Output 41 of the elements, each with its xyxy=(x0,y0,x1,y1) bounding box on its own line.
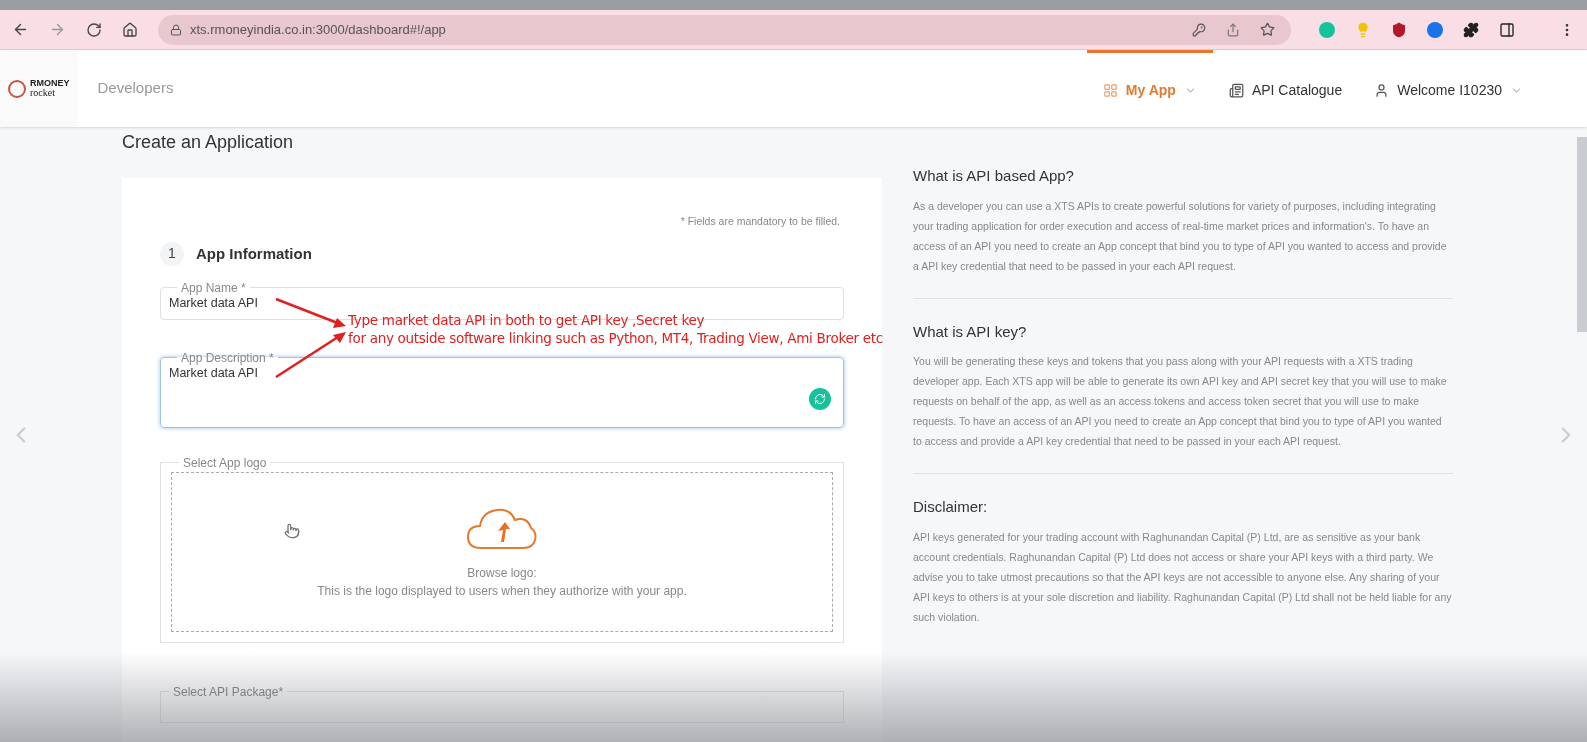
grid-icon xyxy=(1102,82,1118,98)
catalogue-icon xyxy=(1228,82,1244,98)
nav-tab[interactable]: API Catalogue xyxy=(1212,50,1359,127)
address-bar[interactable]: xts.rmoneyindia.co.in:3000/dashboard#!/app xyxy=(158,14,1291,45)
brand-tagline: rocket xyxy=(30,88,56,98)
step-title: App Information xyxy=(196,243,312,264)
puzzle-icon[interactable] xyxy=(1463,21,1479,38)
arrow xyxy=(275,297,346,328)
info-heading: What is API key? xyxy=(913,321,1028,342)
arrow xyxy=(275,332,346,379)
hand-cursor-icon xyxy=(284,522,300,539)
logo-drop-zone[interactable]: Browse logo: This is the logo displayed to users when they authorize with your app. xyxy=(171,471,833,632)
shield-icon[interactable] xyxy=(1391,21,1407,38)
info-heading: What is API based App? xyxy=(913,166,1075,186)
description-field[interactable]: App Description * Market data API xyxy=(160,351,844,428)
reload-icon[interactable] xyxy=(86,21,102,38)
info-heading: Disclaimer: xyxy=(913,497,989,517)
step-number: 1 xyxy=(160,241,184,266)
brand-logo[interactable]: RMONEY rocket xyxy=(0,50,78,127)
browse-logo-caption: This is the logo displayed to users when they authorize with your app. xyxy=(317,582,687,600)
section-title: Developers xyxy=(97,78,174,99)
brand-name: RMONEY xyxy=(30,79,70,88)
key-icon[interactable] xyxy=(1192,22,1206,37)
page-title: Create an Application xyxy=(122,131,295,154)
url-text: xts.rmoneyindia.co.in:3000/dashboard#!/app xyxy=(190,20,447,39)
nav-tab[interactable]: Welcome I10230 xyxy=(1358,50,1539,127)
annotation-text: for any outside software linking such as Python, MT4, Trading View, Ami Broker etc xyxy=(348,329,883,347)
info-paragraph: As a developer you can use a XTS APIs to create powerful solutions for variety of purposes, including integrating your trading application for order execution and access of real-time market prices and information's. To have an access of an API you need to create an App concept that bind you to type of API you wanted to access and provide a API key credential that need to be passed in your each API request. xyxy=(913,198,1448,274)
info-paragraph: API keys generated for your trading account with Raghunandan Capital (P) Ltd, are as sensitive as your bank account credentials. Raghunandan Capital (P) Ltd does not access or share your API keys with a third party. We advise you to take utmost precautions so that the API keys are not accessible to anyone else. Any sharing of your API keys to others is at your sole discretion and liability. Raghunandan Capital (P) Ltd shall not be held liable for any such violation. xyxy=(913,529,1453,625)
user-icon xyxy=(1374,82,1390,98)
grammar-check-icon[interactable] xyxy=(809,387,831,410)
share-icon[interactable] xyxy=(1226,22,1240,37)
lock-icon xyxy=(170,23,182,36)
bookmark-star-icon[interactable] xyxy=(1260,22,1275,37)
info-paragraph: You will be generating these keys and tokens that you pass along with your API requests with a XTS trading developer app. Each XTS app will be able to generate its own API key and API secret key that you will use to make requests on behalf of the app, as well as an access tokens and access token secret that you will use to make requests. To have an access of an API you need to create an App concept that bind you to type of API you wanted to access and provide a API key credential that need to be passed in your each API request. xyxy=(913,354,1448,449)
home-icon[interactable] xyxy=(122,21,138,38)
side-panel-icon[interactable] xyxy=(1499,21,1515,38)
browse-logo-title: Browse logo: xyxy=(467,564,537,582)
back-icon[interactable] xyxy=(12,21,29,38)
mandatory-note: * Fields are mandatory to be filled. xyxy=(680,214,840,229)
scrollbar-thumb[interactable] xyxy=(1577,137,1587,332)
